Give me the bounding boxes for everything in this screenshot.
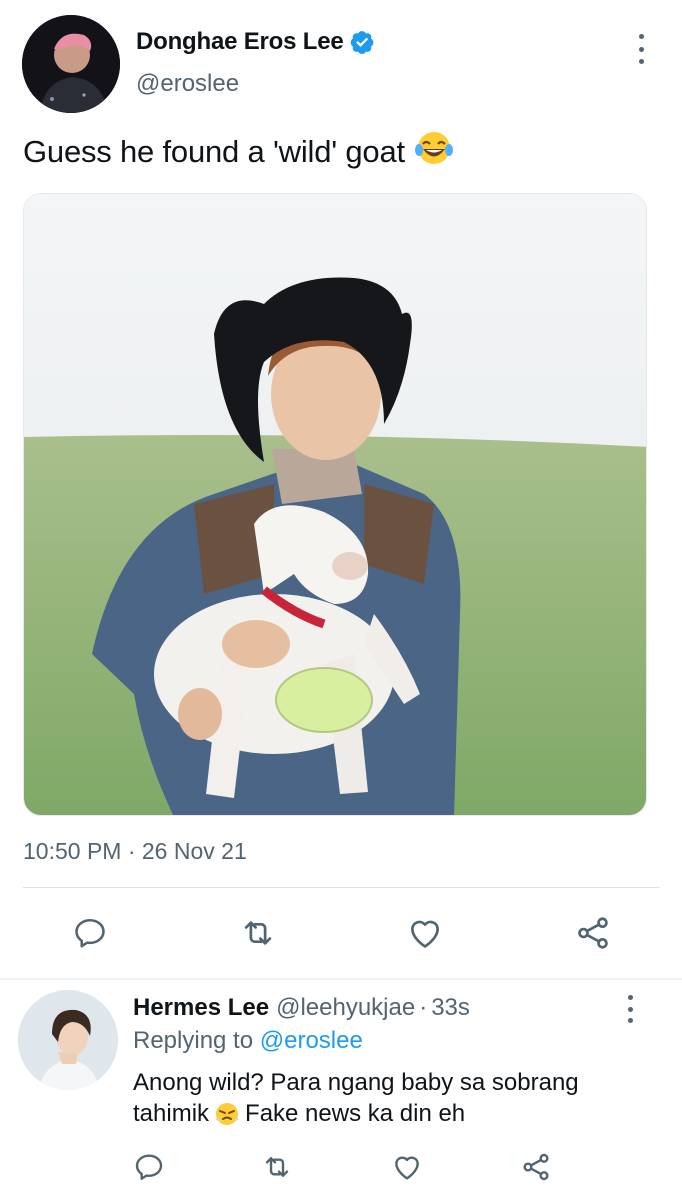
reply-avatar-image: [18, 990, 118, 1090]
tweet-photo[interactable]: [23, 193, 647, 816]
reply-time[interactable]: 33s: [431, 994, 470, 1022]
laughing-tears-emoji-icon: [414, 130, 454, 174]
tweet-text-row: Guess he found a 'wild' goat: [23, 130, 454, 174]
tweet-text: Guess he found a 'wild' goat: [23, 134, 405, 169]
more-vertical-icon[interactable]: [629, 34, 653, 64]
reply-text: Anong wild? Para ngang baby sa sobrang t…: [133, 1067, 633, 1134]
steam-nose-emoji-icon: [214, 1100, 240, 1134]
author-name-row[interactable]: Donghae Eros Lee: [136, 28, 375, 56]
reply-text-part2: Fake news ka din eh: [245, 1100, 466, 1127]
reply-author-handle[interactable]: @leehyukjae: [276, 994, 415, 1022]
replying-to-mention[interactable]: @eroslee: [260, 1027, 363, 1054]
reply-reply-icon[interactable]: [132, 1150, 166, 1184]
reply-more-vertical-icon[interactable]: [618, 995, 642, 1023]
reply-share-icon[interactable]: [519, 1150, 553, 1184]
replying-to-label: Replying to: [133, 1027, 254, 1054]
reply-dot-separator: ·: [419, 994, 428, 1021]
avatar-image: [22, 15, 120, 113]
share-icon[interactable]: [573, 913, 613, 953]
replying-to-line: Replying to @eroslee: [133, 1027, 363, 1055]
heart-icon[interactable]: [405, 913, 445, 953]
goat-photo-image: [24, 194, 646, 815]
reply-author-avatar[interactable]: [18, 990, 118, 1090]
reply-heart-icon[interactable]: [390, 1150, 424, 1184]
reply-header: Hermes Lee @leehyukjae · 33s: [133, 994, 470, 1022]
section-separator: [0, 978, 682, 980]
divider: [23, 887, 660, 888]
author-name[interactable]: Donghae Eros Lee: [136, 28, 344, 56]
verified-badge-icon: [349, 29, 375, 55]
reply-author-name[interactable]: Hermes Lee: [133, 994, 269, 1022]
retweet-icon[interactable]: [238, 913, 278, 953]
reply-retweet-icon[interactable]: [260, 1150, 294, 1184]
author-avatar[interactable]: [22, 15, 120, 113]
author-handle[interactable]: @eroslee: [136, 70, 239, 98]
tweet-timestamp[interactable]: 10:50 PM · 26 Nov 21: [23, 838, 247, 865]
reply-icon[interactable]: [70, 913, 110, 953]
